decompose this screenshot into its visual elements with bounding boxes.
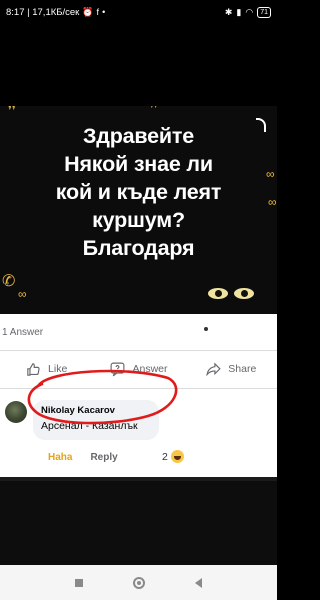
eyes-decoration — [208, 288, 254, 299]
post-image[interactable]: ❜❜ ❜❜ ∞ ∞ ✆ ∞ Здравейте Някой знае ли ко… — [0, 106, 277, 314]
answers-row: 1 Answer — [0, 314, 277, 350]
headline-line: Здравейте — [82, 124, 194, 148]
divider — [0, 388, 277, 389]
system-navigation-bar — [0, 565, 277, 600]
post-headline: Здравейте Някой знае ли кой и къде леят … — [0, 122, 277, 262]
comment: Nikolay Kacarov Арсенал - Казанлък Haha … — [0, 394, 277, 474]
decoration-top-center: ❜❜ — [150, 106, 158, 115]
thumbs-up-icon — [27, 362, 40, 376]
phone-decoration: ✆ — [2, 273, 16, 290]
dot-icon: • — [102, 6, 106, 17]
share-label: Share — [228, 363, 257, 375]
share-arrow-icon — [206, 361, 221, 376]
time-and-speed: 8:17 | 17,1КБ/сек — [6, 6, 80, 18]
comment-meta: Haha Reply — [48, 452, 118, 463]
status-left: 8:17 | 17,1КБ/сек ⏰ f • — [6, 7, 105, 18]
back-icon[interactable] — [195, 577, 202, 588]
haha-emoji-icon — [170, 450, 184, 463]
wifi-icon: ◠ — [245, 6, 254, 17]
home-icon[interactable] — [133, 576, 145, 589]
alarm-icon: ⏰ — [82, 6, 94, 17]
reply-button[interactable]: Reply — [90, 452, 117, 463]
decoration-top-left: ❜❜ — [8, 106, 16, 117]
eye-icon — [234, 288, 254, 299]
comment-text: Арсенал - Казанлък — [41, 420, 138, 432]
headline-line: Някой знае ли — [64, 152, 213, 176]
headline-line: куршум? — [92, 208, 185, 232]
decoration-bottom-left: ∞ — [18, 287, 27, 301]
facebook-icon: f — [96, 6, 100, 17]
recent-apps-icon[interactable] — [75, 578, 83, 587]
answers-count[interactable]: 1 Answer — [2, 327, 43, 338]
bottom-dark-area — [0, 477, 277, 565]
answer-label: Answer — [132, 363, 168, 375]
headline-line: Благодаря — [82, 236, 195, 260]
comment-bubble[interactable]: Nikolay Kacarov Арсенал - Казанлък — [33, 400, 159, 440]
comment-author[interactable]: Nikolay Kacarov — [41, 405, 153, 416]
like-label: Like — [48, 363, 68, 375]
action-bar: Like Answer Share — [0, 352, 277, 386]
dot-indicator — [204, 327, 208, 331]
answer-button[interactable]: Answer — [92, 361, 184, 378]
reaction-summary[interactable]: 2 — [162, 450, 184, 463]
question-bubble-icon — [111, 362, 125, 376]
headline-line: кой и къде леят — [55, 180, 222, 204]
haha-reaction-button[interactable]: Haha — [48, 452, 72, 463]
signal-icon: ▮ — [236, 6, 242, 17]
status-right: ✱ ▮ ◠ 71 — [224, 6, 271, 18]
post-card: 1 Answer Like Answer Share Nikolay Kacar… — [0, 314, 277, 477]
divider — [0, 350, 277, 351]
like-button[interactable]: Like — [0, 361, 92, 378]
top-black-area — [0, 24, 277, 106]
avatar[interactable] — [5, 401, 27, 423]
status-bar: 8:17 | 17,1КБ/сек ⏰ f • ✱ ▮ ◠ 71 — [0, 0, 277, 24]
share-button[interactable]: Share — [185, 361, 277, 378]
band-divider — [0, 477, 277, 481]
bluetooth-icon: ✱ — [224, 6, 233, 17]
reaction-count: 2 — [162, 450, 168, 463]
battery-icon: 71 — [257, 6, 271, 18]
eye-icon — [208, 288, 228, 299]
